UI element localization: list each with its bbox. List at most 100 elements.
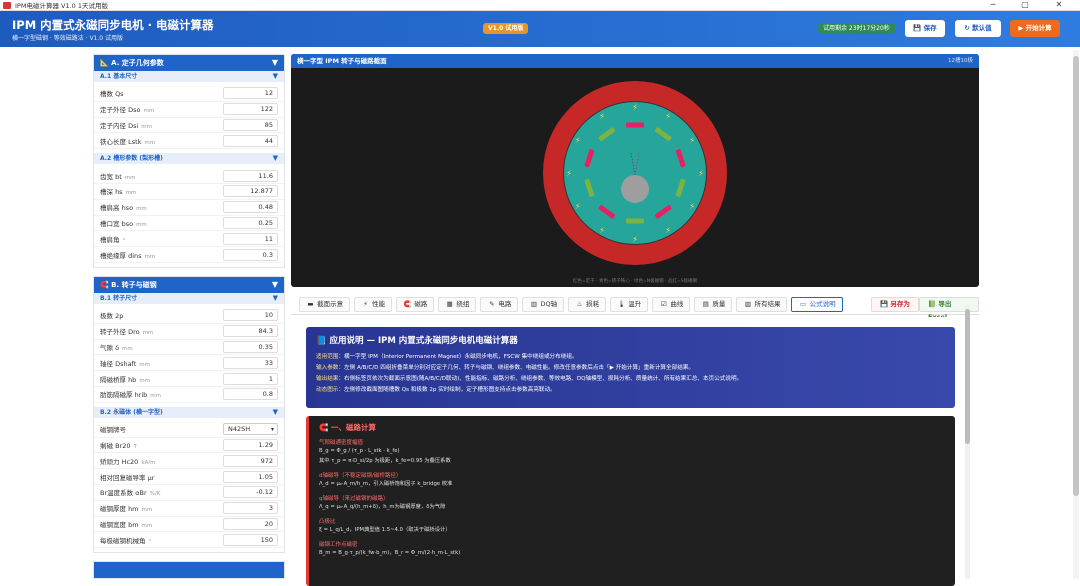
tab-5[interactable]: ▥ DQ轴 xyxy=(522,297,565,312)
param-row: Br温度系数 αBr %/K -0.12 xyxy=(94,485,284,501)
param-unit: mm xyxy=(125,190,137,197)
slot-bolt-icon: ⚡ xyxy=(665,226,671,235)
export-excel-button[interactable]: 📗 导出Excel xyxy=(919,297,979,321)
param-unit: mm xyxy=(142,330,154,337)
cross-section-header: 横一字型 IPM 转子与磁路截面 12槽10极 xyxy=(291,54,979,68)
section-header[interactable]: B.1 转子尺寸 ▼ xyxy=(94,292,284,304)
tab-8[interactable]: ☑ 曲线 xyxy=(652,297,691,312)
content-scrollbar[interactable] xyxy=(965,305,970,579)
slot-bolt-icon: ⚡ xyxy=(599,112,605,121)
param-input[interactable]: 3 xyxy=(223,502,278,515)
collapse-icon[interactable]: ▼ xyxy=(272,55,278,71)
formula-label: 凸极比 xyxy=(319,519,336,525)
tab-6[interactable]: ♨ 损耗 xyxy=(568,297,607,312)
param-unit: ° xyxy=(148,538,152,545)
collapse-icon[interactable]: ▼ xyxy=(273,153,278,164)
param-input[interactable]: 20 xyxy=(223,517,278,530)
usage-info-card: 📘 应用说明 — IPM 内置式永磁同步电机电磁计算器 适用范围：横一字型 IP… xyxy=(306,327,955,408)
param-label: 磁钢宽度 bm xyxy=(100,520,139,529)
panel-c-header[interactable] xyxy=(94,562,284,579)
param-input[interactable]: 44 xyxy=(223,134,278,147)
start-calc-button[interactable]: ▶ 开始计算 xyxy=(1010,20,1060,37)
shaft xyxy=(621,175,649,203)
usage-info-line: 动态图示：左侧修改截面图随槽数 Qs 和极数 2p 实时绘制，定子槽形图支持点击… xyxy=(316,385,945,396)
param-row: 磁钢牌号 N42SH ▾ xyxy=(94,422,284,438)
tab-icon: 🌡 xyxy=(617,300,626,308)
tab-10[interactable]: ▧ 所有结果 xyxy=(736,297,788,312)
param-input[interactable]: 11 xyxy=(223,232,278,245)
panel-next-collapsed xyxy=(93,561,285,579)
section-header[interactable]: A.1 基本尺寸 ▼ xyxy=(94,71,284,82)
magnet-grade-select[interactable]: N42SH ▾ xyxy=(223,423,278,436)
param-row: 齿宽 bt mm 11.6 xyxy=(94,168,284,184)
param-input[interactable]: 33 xyxy=(223,356,278,369)
param-input[interactable]: 122 xyxy=(223,103,278,116)
collapse-icon[interactable]: ▼ xyxy=(273,407,278,418)
param-input[interactable]: 0.35 xyxy=(223,340,278,353)
tab-9[interactable]: ▤ 质量 xyxy=(694,297,733,312)
save-as-button[interactable]: 💾 另存为 xyxy=(871,297,919,312)
save-button[interactable]: 💾 保存 xyxy=(905,20,945,37)
param-label: 槽肩角 xyxy=(100,235,120,244)
param-input[interactable]: 0.3 xyxy=(223,248,278,261)
collapse-icon[interactable]: ▼ xyxy=(273,71,278,82)
section-title: A.1 基本尺寸 xyxy=(100,73,138,80)
tab-2[interactable]: 🧲 磁路 xyxy=(396,297,435,312)
tab-icon: 🧲 xyxy=(403,300,412,308)
param-unit: mm xyxy=(141,522,153,529)
param-row: 相对回复磁导率 μr 1.05 xyxy=(94,469,284,485)
param-input[interactable]: 972 xyxy=(223,454,278,467)
section-header[interactable]: A.2 槽形参数 (梨形槽) ▼ xyxy=(94,153,284,165)
param-label: 轴径 Dshaft xyxy=(100,359,137,368)
section-header[interactable]: B.2 永磁体 (横一字型) ▼ xyxy=(94,406,284,418)
tab-label: 公式说明 xyxy=(809,300,836,308)
param-row: 剩磁 Br20 T 1.29 xyxy=(94,438,284,454)
tab-11[interactable]: ▭ 公式说明 xyxy=(791,297,843,312)
param-row: 肋筋隔磁厚 hrib mm 0.8 xyxy=(94,387,284,403)
collapse-icon[interactable]: ▼ xyxy=(273,293,278,304)
tab-label: 所有结果 xyxy=(754,300,781,308)
usage-info-key: 输出结果： xyxy=(316,376,344,382)
reset-defaults-button[interactable]: ↻ 默认值 xyxy=(955,20,1001,37)
tab-1[interactable]: ⚡ 性能 xyxy=(354,297,393,312)
param-input[interactable]: 1.29 xyxy=(223,438,278,451)
formula-label: 磁钢工作点磁密 xyxy=(319,542,358,548)
param-input[interactable]: 1 xyxy=(223,372,278,385)
param-input[interactable]: 12 xyxy=(223,87,278,100)
param-label: 隔磁桥厚 hb xyxy=(100,375,137,384)
maximize-icon[interactable]: ▢ xyxy=(1010,0,1040,11)
panel-a-header[interactable]: 📐 A. 定子几何参数 ▼ xyxy=(94,55,284,71)
tab-3[interactable]: ▦ 绕组 xyxy=(438,297,477,312)
collapse-icon[interactable]: ▼ xyxy=(272,277,278,293)
close-icon[interactable]: ✕ xyxy=(1044,0,1074,11)
tab-4[interactable]: ✎ 电路 xyxy=(480,297,519,312)
param-input[interactable]: 150 xyxy=(223,533,278,546)
panel-b-header[interactable]: 🧲 B. 转子与磁钢 ▼ xyxy=(94,276,284,293)
usage-info-text: 右侧标签页依次为截面示意图(随A/B/C/D联动)、性能指标、磁路分析、绕组参数… xyxy=(343,376,743,382)
tab-icon: ⚡ xyxy=(363,300,368,308)
param-label: Br温度系数 αBr xyxy=(100,489,147,498)
tab-label: 磁路 xyxy=(414,300,428,308)
param-input[interactable]: 1.05 xyxy=(223,470,278,483)
panel-stator-geometry: 📐 A. 定子几何参数 ▼ A.1 基本尺寸 ▼ 槽数 Qs 12 定子外径 Dso mm 1… xyxy=(93,54,285,268)
tab-0[interactable]: ▬ 截面示意 xyxy=(299,297,351,312)
tab-label: 电路 xyxy=(498,300,512,308)
param-input[interactable]: 12.877 xyxy=(223,185,278,198)
param-input[interactable]: 84.3 xyxy=(223,325,278,338)
usage-info-line: 输出结果：右侧标签页依次为截面示意图(随A/B/C/D联动)、性能指标、磁路分析… xyxy=(316,374,945,385)
window-scrollbar[interactable] xyxy=(1073,50,1079,579)
formula-line: B_g = Φ_g / (τ_p · L_stk · k_fe) xyxy=(319,448,400,454)
slot-bolt-icon: ⚡ xyxy=(632,235,638,244)
tab-icon: ▦ xyxy=(446,300,453,308)
app-icon xyxy=(3,1,11,9)
param-input[interactable]: -0.12 xyxy=(223,486,278,499)
param-input[interactable]: 0.8 xyxy=(223,388,278,401)
param-input[interactable]: 0.48 xyxy=(223,201,278,214)
tab-7[interactable]: 🌡 温升 xyxy=(610,297,649,312)
tab-label: 质量 xyxy=(712,300,726,308)
param-input[interactable]: 10 xyxy=(223,309,278,322)
param-input[interactable]: 11.6 xyxy=(223,169,278,182)
param-input[interactable]: 85 xyxy=(223,118,278,131)
minimize-icon[interactable]: ─ xyxy=(978,0,1008,11)
param-input[interactable]: 0.25 xyxy=(223,216,278,229)
